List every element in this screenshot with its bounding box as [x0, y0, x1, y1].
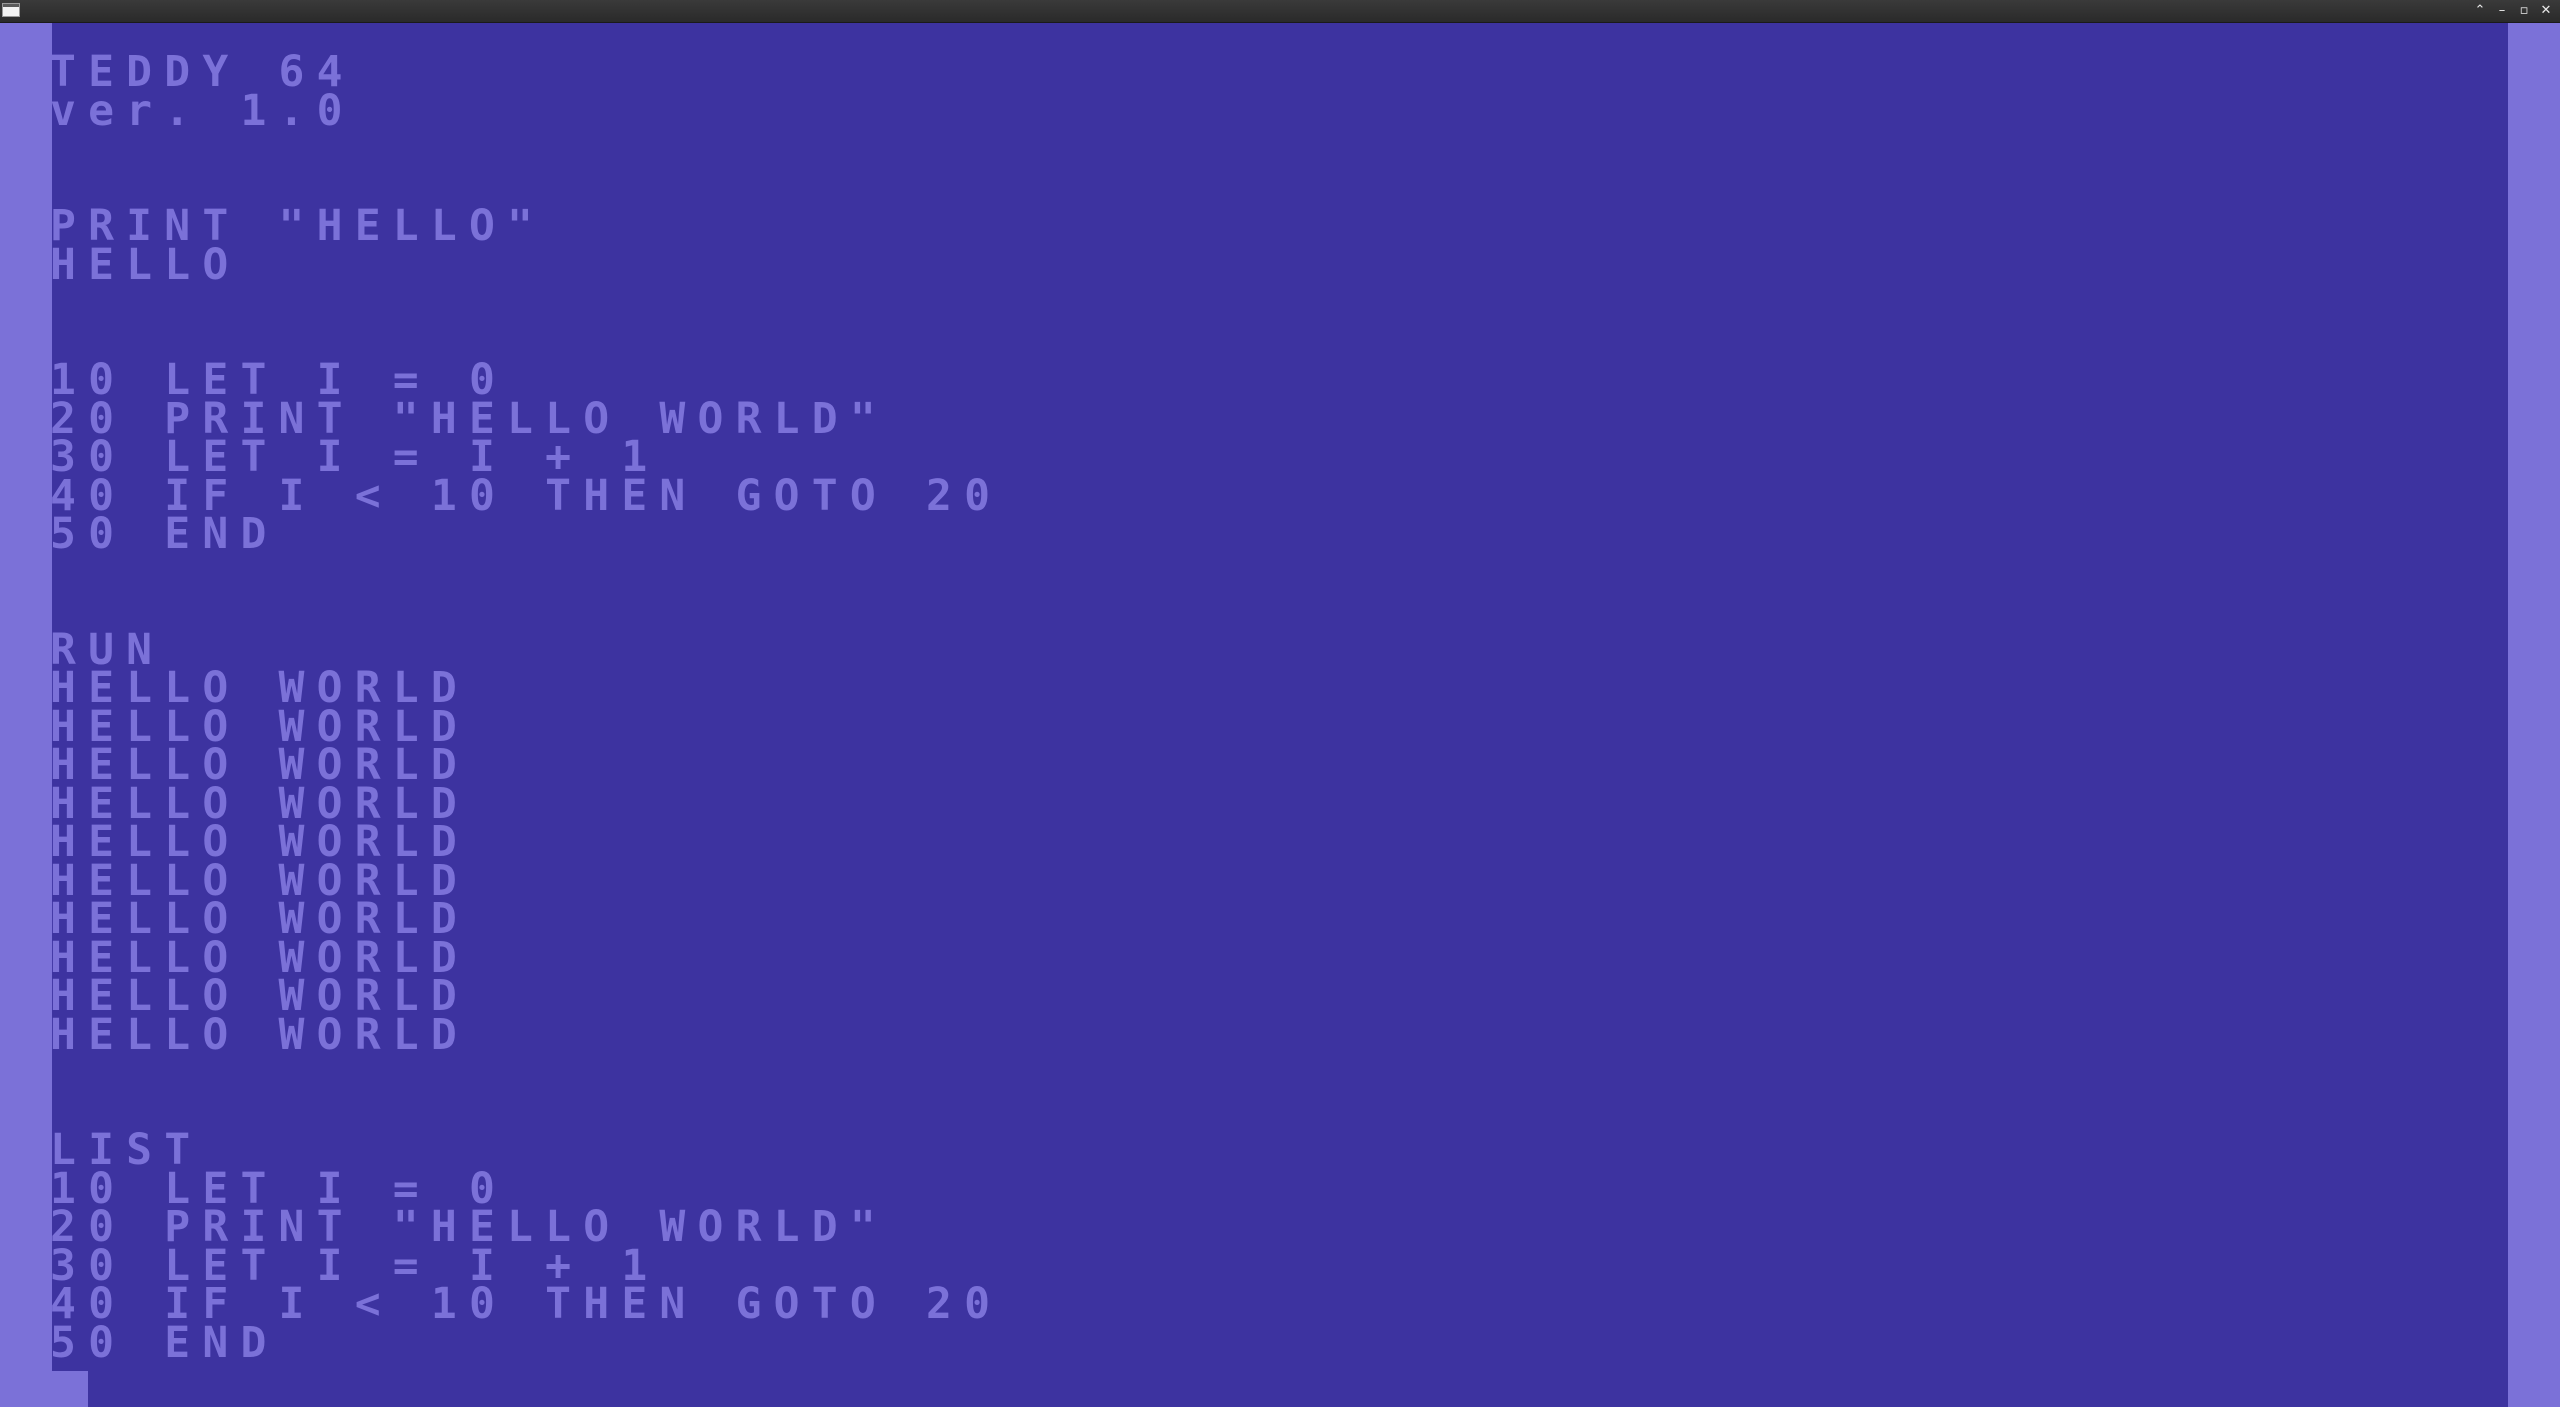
screen-border-left — [0, 23, 52, 1407]
screen-line: ver. 1.0 — [52, 85, 355, 136]
screen-line: 50 END — [52, 509, 279, 559]
screen-line — [52, 130, 1002, 169]
text-cursor — [52, 1371, 88, 1407]
screen-line: HELLO WORLD — [52, 1009, 469, 1060]
close-button[interactable]: ✕ — [2538, 2, 2554, 20]
chevron-up-icon[interactable]: ⌃ — [2472, 2, 2488, 20]
minimize-button[interactable]: – — [2494, 2, 2510, 20]
screen-text: TEDDY 64 ver. 1.0 PRINT "HELLO" HELLO 10 LET… — [52, 51, 1002, 1368]
screen-line — [52, 1054, 1002, 1093]
screen-line — [52, 592, 1002, 631]
screen-line: HELLO — [52, 239, 241, 290]
maximize-button[interactable]: ▫ — [2516, 2, 2532, 20]
screen-line — [52, 284, 1002, 323]
screen-border-right — [2508, 23, 2560, 1407]
screen-line — [52, 554, 1002, 593]
screen-line: 50 END — [52, 1317, 279, 1368]
app-window-icon[interactable] — [2, 3, 20, 17]
window-controls: ⌃ – ▫ ✕ — [2472, 0, 2554, 22]
emulator-screen[interactable]: TEDDY 64 ver. 1.0 PRINT "HELLO" HELLO 10 LET… — [52, 23, 2508, 1407]
window-titlebar: ⌃ – ▫ ✕ — [0, 0, 2560, 23]
